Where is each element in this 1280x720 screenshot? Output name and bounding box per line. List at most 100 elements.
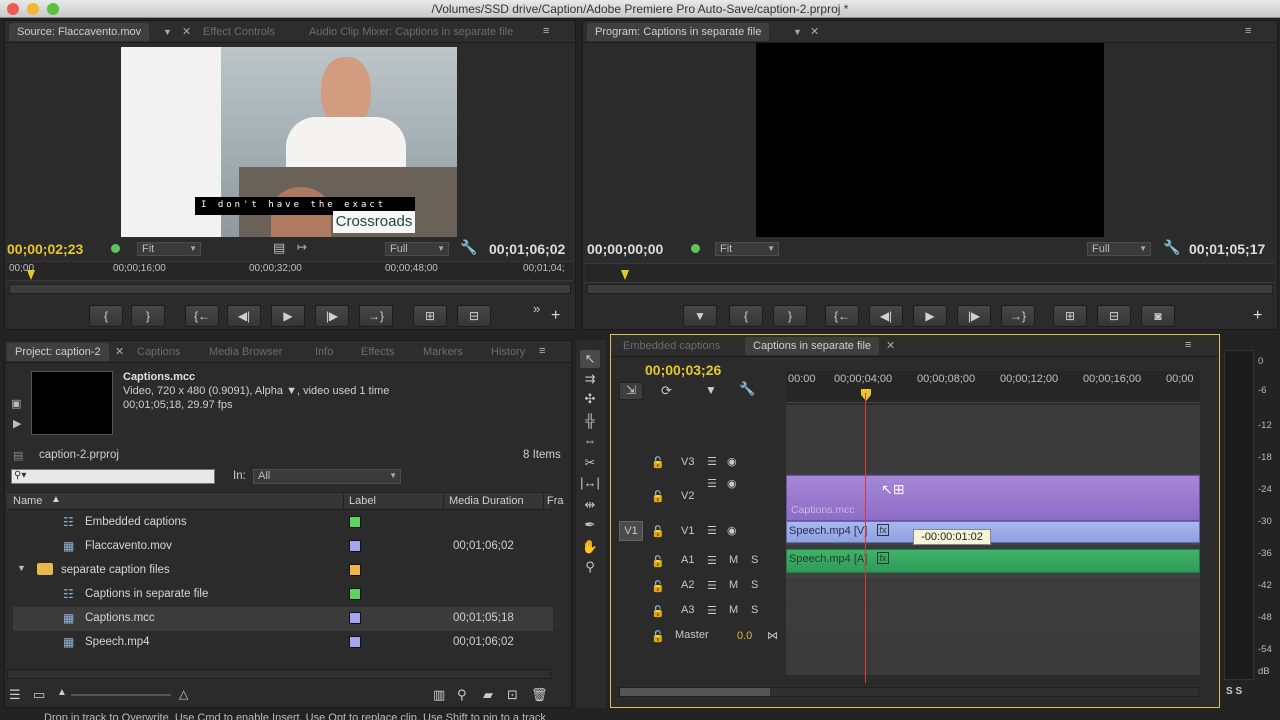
panel-menu-icon[interactable]: ≡ [543,25,549,37]
tab-media-browser[interactable]: Media Browser [201,343,290,361]
snap-icon[interactable]: ⇲ [619,382,643,400]
list-item[interactable]: ☷ Embedded captions [13,511,553,535]
settings-wrench-icon[interactable]: 🔧 [460,239,477,256]
speech-audio-clip[interactable]: Speech.mp4 [A] fx [786,549,1200,573]
mark-out-button[interactable]: } [131,305,165,327]
dropdown-arrow-icon[interactable]: ▼ [286,385,297,397]
mark-in-button[interactable]: { [729,305,763,327]
column-label[interactable]: Label [349,495,376,507]
label-swatch[interactable] [349,564,361,576]
play-button[interactable]: ▶ [913,305,947,327]
button-editor-icon[interactable]: + [551,307,560,325]
timeline-playhead-handle[interactable] [861,389,871,401]
tab-history[interactable]: History [483,343,533,361]
lock-icon[interactable]: 🔓 [651,490,665,503]
source-zoom-select[interactable]: Fit [137,242,201,256]
timeline-time-ruler[interactable]: 00:00 00;00;04;00 00;00;08;00 00;00;12;0… [786,371,1200,403]
tab-info[interactable]: Info [307,343,341,361]
list-item[interactable]: ▦ Flaccavento.mov 00;01;06;02 [13,535,553,559]
add-marker-button[interactable]: ▼ [683,305,717,327]
extract-button[interactable]: ⊟ [1097,305,1131,327]
mark-in-button[interactable]: { [89,305,123,327]
program-quality-select[interactable]: Full [1087,242,1151,256]
tab-menu-icon[interactable]: ▼ [163,27,172,37]
selection-tool-icon[interactable]: ↖ [580,350,600,368]
program-time-ruler[interactable] [585,263,1275,283]
play-thumbnail-icon[interactable]: ▶ [13,417,21,430]
horizontal-scrollbar[interactable] [7,669,551,679]
label-swatch[interactable] [349,612,361,624]
meter-solo-buttons[interactable]: S S [1226,686,1242,697]
step-back-button[interactable]: ◀| [227,305,261,327]
source-patch-v1[interactable]: V1 [619,521,643,541]
source-zoom-scrollbar[interactable] [9,284,571,294]
mute-button[interactable]: M [729,554,738,566]
lock-icon[interactable]: 🔓 [651,456,665,469]
tab-audio-clip-mixer[interactable]: Audio Clip Mixer: Captions in separate f… [301,23,521,41]
tab-captions[interactable]: Captions [129,343,188,361]
timeline-settings-wrench-icon[interactable]: 🔧 [739,381,755,397]
pen-tool-icon[interactable]: ✒ [580,516,600,534]
zoom-tool-icon[interactable]: ⚲ [580,558,600,576]
find-icon[interactable]: ⚲ [457,687,467,703]
eye-icon[interactable]: ◉ [727,455,737,468]
lock-icon[interactable]: 🔓 [651,555,665,568]
label-swatch[interactable] [349,588,361,600]
program-playhead-marker[interactable] [621,270,629,280]
track-select-tool-icon[interactable]: ⇉ [580,370,600,388]
source-time-ruler[interactable]: 00;00 00;00;16;00 00;00;32;00 00;00;48;0… [7,261,573,281]
tab-effects[interactable]: Effects [353,343,402,361]
list-item[interactable]: ▦ Speech.mp4 00;01;06;02 [13,631,553,655]
timeline-playhead-timecode[interactable]: 00;00;03;26 [645,362,721,378]
lock-icon[interactable]: 🔓 [651,605,665,618]
close-tab-icon[interactable]: ✕ [182,25,191,38]
drag-video-icon[interactable]: ↦ [297,240,307,254]
master-toggle-icon[interactable]: ⋈ [767,629,778,642]
close-tab-icon[interactable]: ✕ [810,25,819,38]
sync-lock-icon[interactable]: ☰ [707,579,717,592]
rate-stretch-tool-icon[interactable]: ⇔ [580,432,600,450]
go-to-in-button[interactable]: {← [185,305,219,327]
panel-menu-icon[interactable]: ≡ [1245,25,1251,37]
column-frame-rate[interactable]: Fra [547,495,564,507]
source-quality-select[interactable]: Full [385,242,449,256]
razor-tool-icon[interactable]: ✂ [580,454,600,472]
tab-menu-icon[interactable]: ▼ [793,27,802,37]
lock-icon[interactable]: 🔓 [651,580,665,593]
program-playhead-timecode[interactable]: 00;00;00;00 [587,241,663,257]
new-bin-icon[interactable]: ▰ [483,687,493,703]
button-editor-icon[interactable]: + [1253,307,1262,325]
new-item-icon[interactable]: ⊡ [507,687,518,703]
tab-program[interactable]: Program: Captions in separate file [587,23,770,41]
lock-icon[interactable]: 🔓 [651,525,665,538]
sync-lock-icon[interactable]: ☰ [707,524,717,537]
disclosure-triangle-icon[interactable]: ▼ [17,563,26,573]
zoom-slider-icon[interactable]: ▲ [57,687,67,698]
timeline-zoom-scrollbar[interactable] [619,687,1199,697]
go-to-out-button[interactable]: →} [1001,305,1035,327]
go-to-out-button[interactable]: →} [359,305,393,327]
play-button[interactable]: ▶ [271,305,305,327]
lock-icon[interactable]: 🔓 [651,630,665,643]
list-item[interactable]: ☷ Captions in separate file [13,583,553,607]
search-input[interactable]: ⚲▾ [11,469,215,484]
zoom-slider[interactable] [71,694,171,696]
go-to-in-button[interactable]: {← [825,305,859,327]
automate-to-sequence-icon[interactable]: ▥ [433,687,445,703]
tab-embedded-captions[interactable]: Embedded captions [615,337,728,355]
sync-lock-icon[interactable]: ☰ [707,604,717,617]
settings-wrench-icon[interactable]: 🔧 [1163,239,1180,256]
overwrite-button[interactable]: ⊟ [457,305,491,327]
export-frame-button[interactable]: ◙ [1141,305,1175,327]
tab-markers[interactable]: Markers [415,343,471,361]
program-zoom-select[interactable]: Fit [715,242,779,256]
mark-out-button[interactable]: } [773,305,807,327]
slide-tool-icon[interactable]: ⇹ [580,496,600,514]
lift-button[interactable]: ⊞ [1053,305,1087,327]
eye-icon[interactable]: ◉ [727,524,737,537]
column-name[interactable]: Name [13,495,42,507]
add-marker-icon[interactable]: ▼ [705,383,717,397]
in-filter-select[interactable]: All [253,469,401,484]
close-tab-icon[interactable]: ✕ [115,345,124,358]
tab-source[interactable]: Source: Flaccavento.mov [9,23,150,41]
